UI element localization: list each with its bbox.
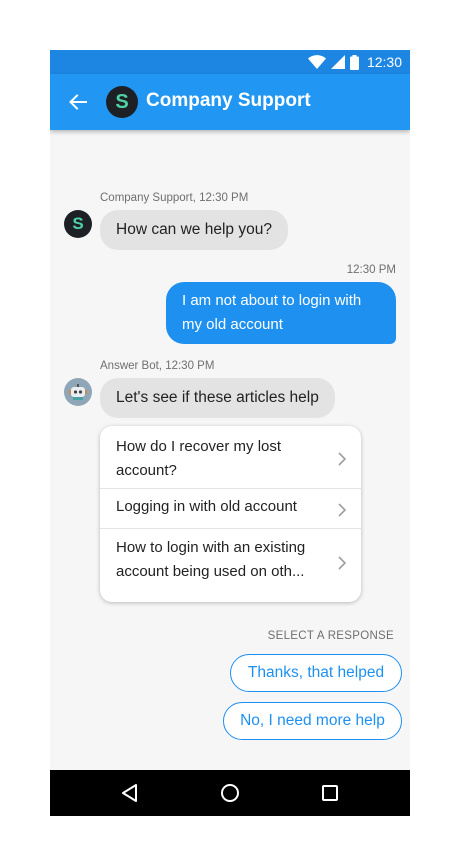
user-message-time: 12:30 PM xyxy=(346,264,396,276)
bot-avatar xyxy=(64,378,92,406)
user-message-bubble: I am not about to login with my old acco… xyxy=(166,282,396,344)
page-title: Company Support xyxy=(146,90,311,111)
nav-home-button[interactable] xyxy=(219,782,241,804)
bot-message-bubble: Let's see if these articles help xyxy=(100,378,335,418)
app-bar: S Company Support xyxy=(50,74,410,130)
signal-icon xyxy=(330,55,345,69)
response-thanks-button[interactable]: Thanks, that helped xyxy=(230,654,402,692)
back-arrow-icon xyxy=(69,94,87,110)
status-time: 12:30 xyxy=(366,54,402,70)
nav-back-button[interactable] xyxy=(119,782,141,804)
chevron-right-icon xyxy=(338,556,347,570)
chevron-right-icon xyxy=(338,503,347,517)
nav-recents-icon xyxy=(322,785,338,801)
nav-home-icon xyxy=(221,784,239,802)
response-need-help-button[interactable]: No, I need more help xyxy=(223,702,402,740)
article-item[interactable]: How to login with an existing account be… xyxy=(100,529,361,602)
article-item[interactable]: How do I recover my lost account? xyxy=(100,426,361,489)
select-response-label: SELECT A RESPONSE xyxy=(267,630,394,642)
navigation-bar xyxy=(50,770,410,816)
status-bar: 12:30 xyxy=(50,50,410,74)
robot-icon xyxy=(69,384,87,400)
chevron-right-icon xyxy=(338,452,347,466)
back-button[interactable] xyxy=(64,88,92,116)
article-title: How to login with an existing account be… xyxy=(116,539,306,580)
article-item[interactable]: Logging in with old account xyxy=(100,488,361,529)
support-avatar: S xyxy=(64,210,92,238)
battery-icon xyxy=(349,54,359,70)
article-title: How do I recover my lost account? xyxy=(116,438,282,479)
company-avatar: S xyxy=(106,86,138,118)
article-title: Logging in with old account xyxy=(116,498,297,515)
support-message-bubble: How can we help you? xyxy=(100,210,288,250)
wifi-icon xyxy=(307,55,326,69)
support-sender-label: Company Support, 12:30 PM xyxy=(100,192,249,204)
phone-screen: 12:30 S Company Support Company Support,… xyxy=(50,50,410,816)
article-list: How do I recover my lost account? Loggin… xyxy=(100,426,361,602)
nav-recents-button[interactable] xyxy=(319,782,341,804)
nav-back-icon xyxy=(122,784,137,802)
bot-sender-label: Answer Bot, 12:30 PM xyxy=(100,360,215,372)
